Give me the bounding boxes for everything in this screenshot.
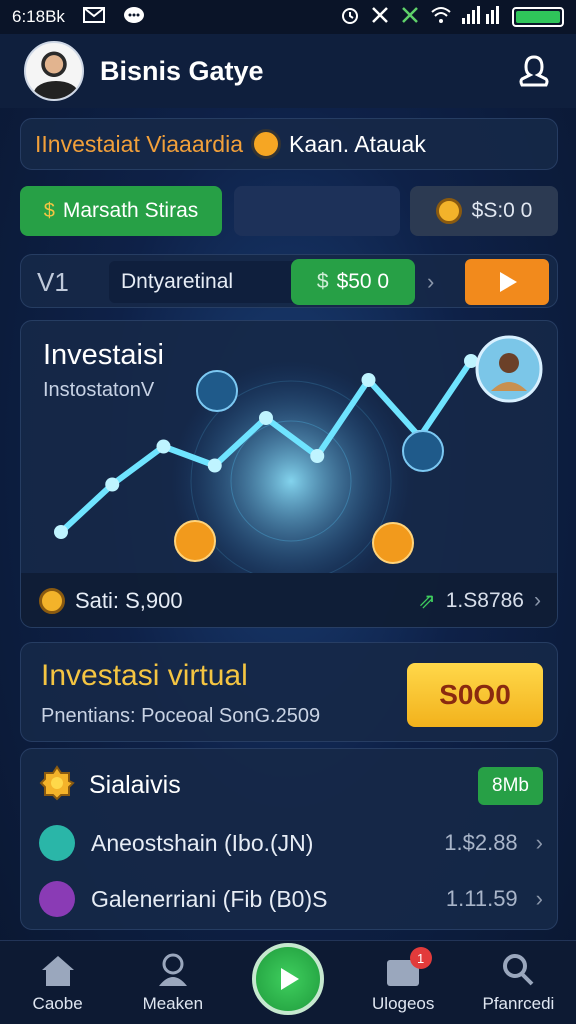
clock-coin-icon xyxy=(39,588,65,614)
mute-icon xyxy=(370,5,390,30)
profile-avatar[interactable] xyxy=(24,41,84,101)
virtual-row: V1 Dntyaretinal $ $50 0 › xyxy=(20,254,558,308)
list-header-pill[interactable]: 8Mb xyxy=(478,766,543,805)
play-button[interactable] xyxy=(465,259,549,305)
nav-messages-label: Ulogeos xyxy=(372,993,435,1013)
chevron-right-icon[interactable]: › xyxy=(427,269,434,295)
list-item-value: 1.$2.88 xyxy=(444,830,518,855)
chart-footer-stat-value: 1.S8786 xyxy=(445,589,524,612)
virtual-amount-button[interactable]: S0O0 xyxy=(407,663,543,727)
list-item[interactable]: Aneostshain (Ibo.(JN) 1.$2.88 › xyxy=(39,821,543,865)
chart-point xyxy=(207,458,222,473)
price-button-label: $50 0 xyxy=(336,270,390,293)
play-icon xyxy=(281,967,299,990)
person-icon xyxy=(158,953,187,986)
list-item-name: Galenerriani (Fib (B0)S xyxy=(91,885,328,912)
money-icon: $ xyxy=(43,199,55,222)
marsath-button[interactable]: $ Marsath Stiras xyxy=(20,186,222,236)
chat-icon xyxy=(123,6,145,29)
nav-profile[interactable]: Meaken xyxy=(115,941,230,1024)
nav-profile-label: Meaken xyxy=(142,993,204,1013)
chart-point xyxy=(105,477,120,492)
chevron-right-icon: › xyxy=(534,589,541,612)
blank-button[interactable] xyxy=(234,186,400,236)
crypto-icon xyxy=(39,825,75,861)
bottom-nav: Caobe Meaken 1 Ulogeos Pfanrcedi xyxy=(0,940,576,1024)
wifi-icon xyxy=(430,6,452,29)
banner-subtitle: Kaan. Atauak xyxy=(289,130,426,157)
chart-point xyxy=(361,373,376,387)
clock-icon xyxy=(251,129,281,159)
version-tag: V1 xyxy=(37,267,69,297)
profile-icon[interactable] xyxy=(516,53,552,89)
chevron-right-icon: › xyxy=(535,830,543,855)
search-icon xyxy=(503,953,534,985)
app-header: Bisnis Gatye xyxy=(0,34,576,108)
virtual-title: Investasi virtual xyxy=(41,659,248,692)
nav-home[interactable]: Caobe xyxy=(0,941,115,1024)
chart-footer-label: Sati: S,900 xyxy=(75,588,183,613)
chart-title: Investaisi xyxy=(43,339,164,371)
cash-icon: $ xyxy=(316,270,329,293)
chart-footer-stat[interactable]: ⇗ 1.S8786 › xyxy=(418,589,541,614)
battery-icon xyxy=(512,7,564,27)
chart-point xyxy=(310,449,325,463)
signal-icon xyxy=(462,5,502,29)
chart-point xyxy=(259,411,273,425)
page-title: Bisnis Gatye xyxy=(100,55,264,86)
alarm-icon xyxy=(340,5,360,30)
info-banner[interactable]: IInvestaiat Viaaardia Kaan. Atauak xyxy=(20,118,558,170)
coin-icon xyxy=(435,198,462,224)
marsath-button-label: Marsath Stiras xyxy=(62,199,199,222)
chart-point xyxy=(54,525,68,539)
nav-center-play[interactable] xyxy=(230,941,345,1024)
list-item[interactable]: Galenerriani (Fib (B0)S 1.11.59 › xyxy=(39,877,543,921)
virtual-description: Pnentians: Poceoal SonG.2509 xyxy=(41,705,321,727)
list-item-value: 1.11.59 xyxy=(445,886,518,911)
token-icon xyxy=(39,881,75,917)
chart-subtitle: InstostatonV xyxy=(43,379,155,401)
list-header-label: Sialaivis xyxy=(89,771,181,799)
list-item-name: Aneostshain (Ibo.(JN) xyxy=(91,829,314,856)
balance-button[interactable]: $S:0 0 xyxy=(410,186,558,236)
nav-search[interactable]: Pfanrcedi xyxy=(461,941,576,1024)
list-header: Sialaivis 8Mb xyxy=(39,765,543,806)
home-icon xyxy=(41,955,74,986)
price-button[interactable]: $ $50 0 xyxy=(291,259,415,305)
status-time: 6:18Bk xyxy=(12,7,65,26)
chart-footer: Sati: S,900 ⇗ 1.S8786 › xyxy=(21,573,557,627)
portfolio-list-card: Sialaivis 8Mb Aneostshain (Ibo.(JN) 1.$2… xyxy=(20,748,558,930)
trend-icon: ⇗ xyxy=(418,589,436,613)
badge-icon xyxy=(39,765,75,806)
banner-title: IInvestaiat Viaaardia xyxy=(35,130,243,157)
virtual-investment-card[interactable]: Investasi virtual Pnentians: Poceoal Son… xyxy=(20,642,558,742)
investment-chart-card[interactable]: Investaisi InstostatonV Sati: S,900 ⇗ 1.… xyxy=(20,320,558,628)
mode-field[interactable]: Dntyaretinal xyxy=(109,261,304,303)
chevron-right-icon: › xyxy=(535,886,543,911)
chart-point xyxy=(156,439,171,454)
notification-badge: 1 xyxy=(409,947,432,969)
vibrate-icon xyxy=(400,5,420,30)
center-play-button[interactable] xyxy=(252,942,324,1015)
nav-messages[interactable]: 1 Ulogeos xyxy=(346,941,461,1024)
status-bar: 6:18Bk xyxy=(0,0,576,34)
play-icon xyxy=(500,272,517,292)
nav-home-label: Caobe xyxy=(32,993,83,1013)
mail-icon xyxy=(82,6,105,28)
nav-search-label: Pfanrcedi xyxy=(482,993,555,1013)
balance-button-label: $S:0 0 xyxy=(471,199,533,222)
